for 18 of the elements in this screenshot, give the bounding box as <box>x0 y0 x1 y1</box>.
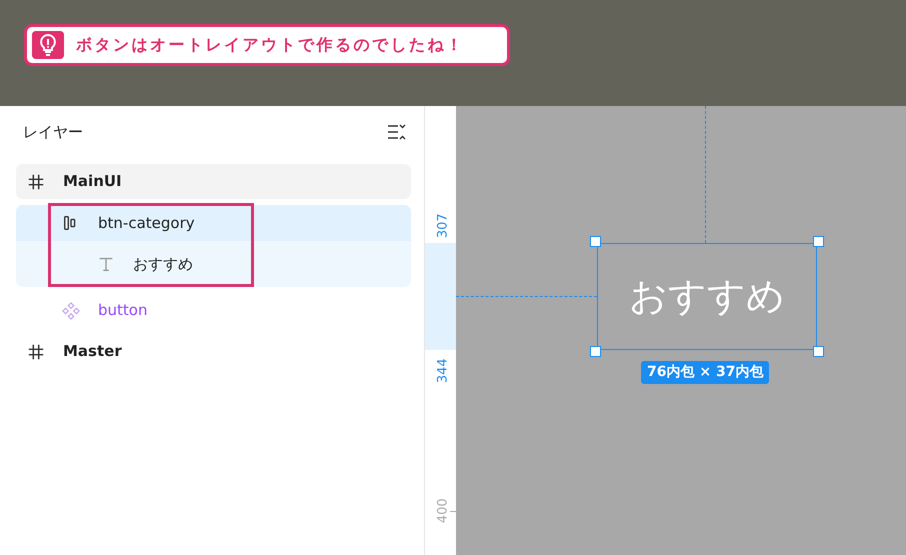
canvas-text: おすすめ <box>629 273 785 320</box>
layer-row[interactable]: MainUI <box>16 164 411 199</box>
ruler-label: 307 <box>434 212 452 240</box>
layer-row[interactable]: おすすめ <box>16 241 411 287</box>
resize-handle[interactable] <box>813 346 824 357</box>
resize-handle[interactable] <box>813 236 824 247</box>
layer-row[interactable]: button <box>16 293 411 328</box>
panel-title: レイヤー <box>23 122 83 143</box>
layer-row[interactable]: btn-category <box>16 205 411 241</box>
resize-handle[interactable] <box>590 236 601 247</box>
ruler-label: 400 <box>434 497 452 526</box>
resize-handle[interactable] <box>590 346 601 357</box>
collapse-layers-icon[interactable] <box>387 123 407 141</box>
ruler-label: 344 <box>434 357 452 386</box>
layer-row[interactable]: Master <box>16 334 411 369</box>
size-label: 76内包 × 37内包 <box>641 361 770 384</box>
callout-text: ボタンはオートレイアウトで作るのでしたね！ <box>76 34 464 56</box>
lightbulb-icon <box>32 31 64 59</box>
